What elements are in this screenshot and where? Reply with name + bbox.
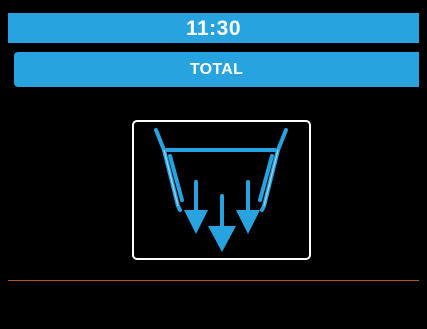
status-bar: 11:30 — [8, 13, 419, 43]
clock-time: 11:30 — [185, 16, 242, 40]
bottom-area — [8, 281, 419, 329]
arrow-center-icon — [208, 226, 236, 252]
arrow-right-icon — [236, 210, 260, 234]
arrow-left-icon — [184, 210, 208, 234]
display-screen: 11:30 TOTAL — [0, 0, 427, 329]
title-bar[interactable]: TOTAL — [14, 52, 419, 87]
icon-frame[interactable] — [132, 120, 311, 260]
container-dispense-icon — [154, 128, 288, 252]
page-title: TOTAL — [189, 60, 244, 78]
